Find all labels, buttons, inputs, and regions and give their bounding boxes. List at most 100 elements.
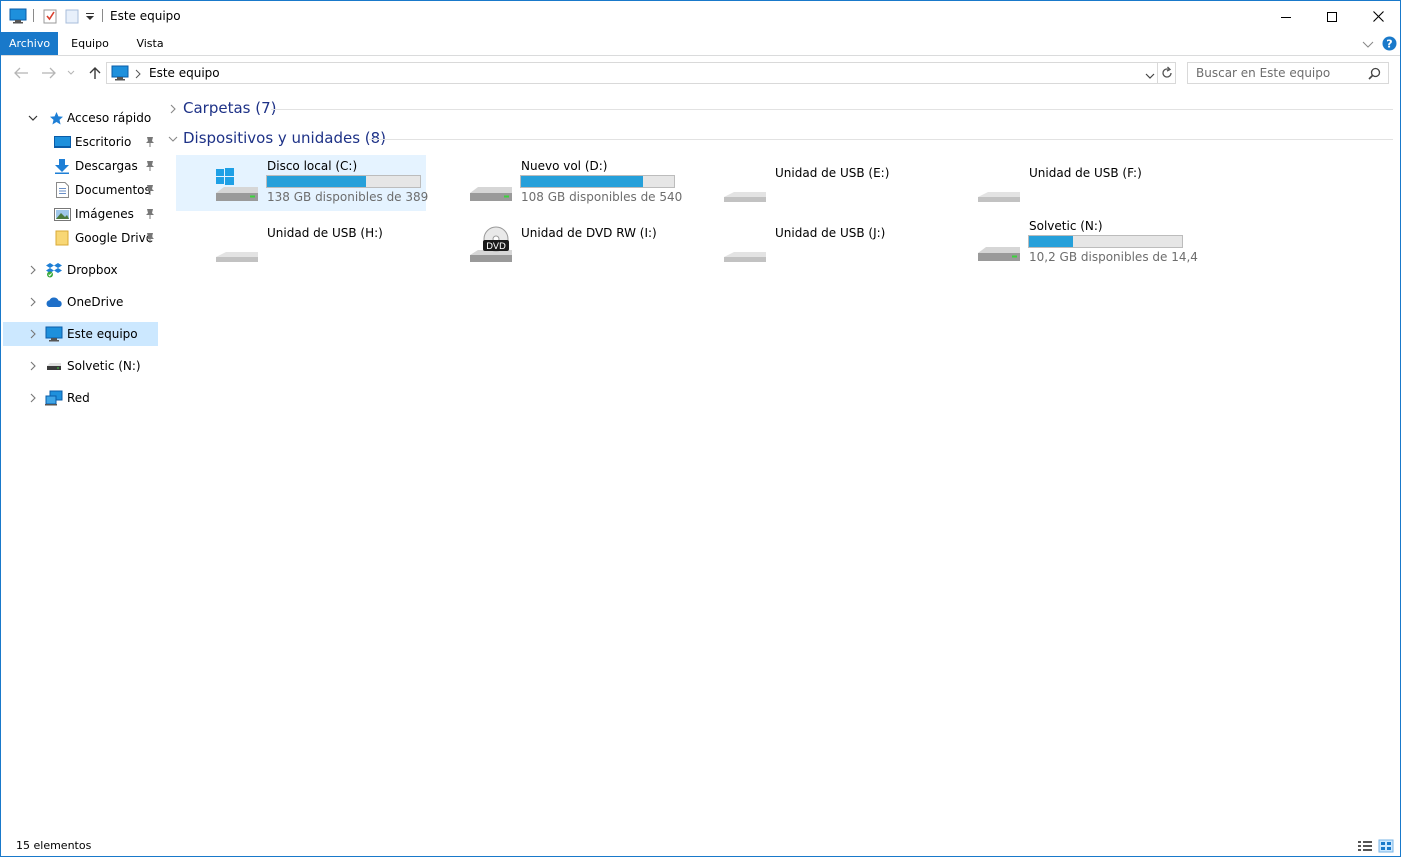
group-devices[interactable]: Dispositivos y unidades (8) [167, 129, 1393, 151]
search-placeholder: Buscar en Este equipo [1196, 66, 1331, 80]
maximize-icon [1327, 11, 1337, 22]
address-dropdown-icon[interactable] [1145, 69, 1155, 83]
nav-item-dropbox[interactable]: Dropbox [3, 258, 158, 282]
hard-drive-icon [470, 187, 512, 201]
usb-drive-icon [724, 252, 766, 262]
search-icon[interactable] [1368, 67, 1381, 83]
nav-item-imagenes[interactable]: Imágenes [3, 202, 158, 226]
dropbox-icon [45, 262, 63, 278]
usb-drive-icon [216, 252, 258, 262]
nav-item-google-drive[interactable]: Google Drive [3, 226, 158, 250]
group-folders[interactable]: Carpetas (7) [167, 99, 1393, 121]
address-bar[interactable]: Este equipo [106, 62, 1176, 84]
nav-item-network[interactable]: Red [3, 386, 158, 410]
computer-icon [45, 326, 63, 342]
tab-equipo[interactable]: Equipo [61, 32, 119, 55]
breadcrumb-separator-icon[interactable] [134, 68, 142, 82]
search-input[interactable]: Buscar en Este equipo [1187, 62, 1389, 84]
drive-tile-d[interactable]: Nuevo vol (D:) 108 GB disponibles de 540 [430, 155, 682, 211]
chevron-right-icon[interactable] [27, 328, 39, 340]
forward-button[interactable] [39, 63, 59, 83]
hard-drive-icon [45, 358, 63, 374]
drive-tile-h[interactable]: Unidad de USB (H:) [176, 215, 426, 271]
download-icon [53, 158, 71, 174]
drive-free-space: 138 GB disponibles de 389 [267, 190, 429, 204]
drive-usage-fill [267, 176, 366, 187]
new-folder-icon[interactable] [64, 7, 80, 25]
chevron-right-icon[interactable] [27, 264, 39, 276]
refresh-icon[interactable] [1160, 66, 1174, 83]
nav-label: Google Drive [75, 231, 154, 245]
network-icon [45, 390, 63, 406]
chevron-right-icon[interactable] [27, 392, 39, 404]
chevron-down-icon[interactable] [167, 133, 179, 145]
close-icon [1372, 11, 1384, 22]
nav-item-documentos[interactable]: Documentos [3, 178, 158, 202]
chevron-right-icon[interactable] [167, 103, 179, 115]
up-arrow-icon [89, 67, 101, 79]
drive-tile-f[interactable]: Unidad de USB (F:) [938, 155, 1188, 211]
desktop-icon [53, 134, 71, 150]
status-item-count: 15 elementos [16, 839, 92, 852]
chevron-right-icon[interactable] [27, 296, 39, 308]
drive-name: Unidad de DVD RW (I:) [521, 226, 657, 240]
close-button[interactable] [1355, 1, 1401, 32]
drive-name: Disco local (C:) [267, 159, 358, 173]
help-icon[interactable]: ? [1382, 36, 1397, 54]
pin-icon[interactable] [145, 136, 155, 148]
drive-tile-c[interactable]: Disco local (C:) 138 GB disponibles de 3… [176, 155, 429, 211]
drive-tile-i[interactable]: DVD Unidad de DVD RW (I:) [430, 215, 680, 271]
recent-locations-button[interactable] [64, 63, 78, 83]
minimize-button[interactable] [1263, 1, 1309, 32]
pin-icon[interactable] [145, 160, 155, 172]
nav-label: Acceso rápido [67, 111, 152, 125]
usb-drive-icon [978, 192, 1020, 202]
drive-name: Nuevo vol (D:) [521, 159, 608, 173]
computer-icon [9, 7, 27, 25]
pin-icon[interactable] [145, 232, 155, 244]
nav-item-onedrive[interactable]: OneDrive [3, 290, 158, 314]
group-title: Dispositivos y unidades (8) [183, 129, 387, 147]
drive-tile-n[interactable]: Solvetic (N:) 10,2 GB disponibles de 14,… [938, 215, 1198, 271]
document-icon [53, 182, 71, 198]
tiles-view-icon[interactable] [1378, 839, 1394, 853]
pin-icon[interactable] [145, 184, 155, 196]
tab-vista[interactable]: Vista [125, 32, 175, 55]
drive-usage-bar [1028, 235, 1183, 248]
drive-tile-j[interactable]: Unidad de USB (J:) [684, 215, 934, 271]
window-title: Este equipo [110, 9, 181, 23]
svg-text:?: ? [1386, 38, 1392, 51]
drive-free-space: 10,2 GB disponibles de 14,4 [1029, 250, 1198, 264]
expand-ribbon-icon[interactable] [1362, 38, 1374, 52]
nav-label: OneDrive [67, 295, 124, 309]
nav-item-descargas[interactable]: Descargas [3, 154, 158, 178]
nav-item-solvetic[interactable]: Solvetic (N:) [3, 354, 158, 378]
nav-item-this-pc[interactable]: Este equipo [3, 322, 158, 346]
chevron-down-icon[interactable] [27, 112, 39, 124]
details-view-icon[interactable] [1357, 839, 1373, 853]
nav-item-quick-access[interactable]: Acceso rápido [3, 106, 158, 130]
star-icon [47, 110, 65, 126]
drive-name: Unidad de USB (H:) [267, 226, 383, 240]
chevron-down-icon [67, 70, 75, 75]
up-button[interactable] [85, 63, 105, 83]
properties-icon[interactable] [42, 7, 58, 25]
usb-drive-icon [724, 192, 766, 202]
drive-usage-bar [520, 175, 675, 188]
computer-icon [111, 65, 129, 84]
drive-usage-bar [266, 175, 421, 188]
windows-drive-icon [216, 168, 258, 201]
hard-drive-icon [978, 247, 1020, 261]
nav-item-escritorio[interactable]: Escritorio [3, 130, 158, 154]
tab-archivo[interactable]: Archivo [1, 32, 58, 55]
dvd-drive-icon: DVD [470, 226, 512, 262]
maximize-button[interactable] [1309, 1, 1355, 32]
minimize-icon [1281, 16, 1291, 18]
drive-tile-e[interactable]: Unidad de USB (E:) [684, 155, 934, 211]
chevron-right-icon[interactable] [27, 360, 39, 372]
pin-icon[interactable] [145, 208, 155, 220]
breadcrumb-este-equipo[interactable]: Este equipo [149, 66, 220, 80]
back-button[interactable] [11, 63, 31, 83]
drive-name: Unidad de USB (E:) [775, 166, 890, 180]
customize-toolbar-icon[interactable] [85, 7, 95, 25]
